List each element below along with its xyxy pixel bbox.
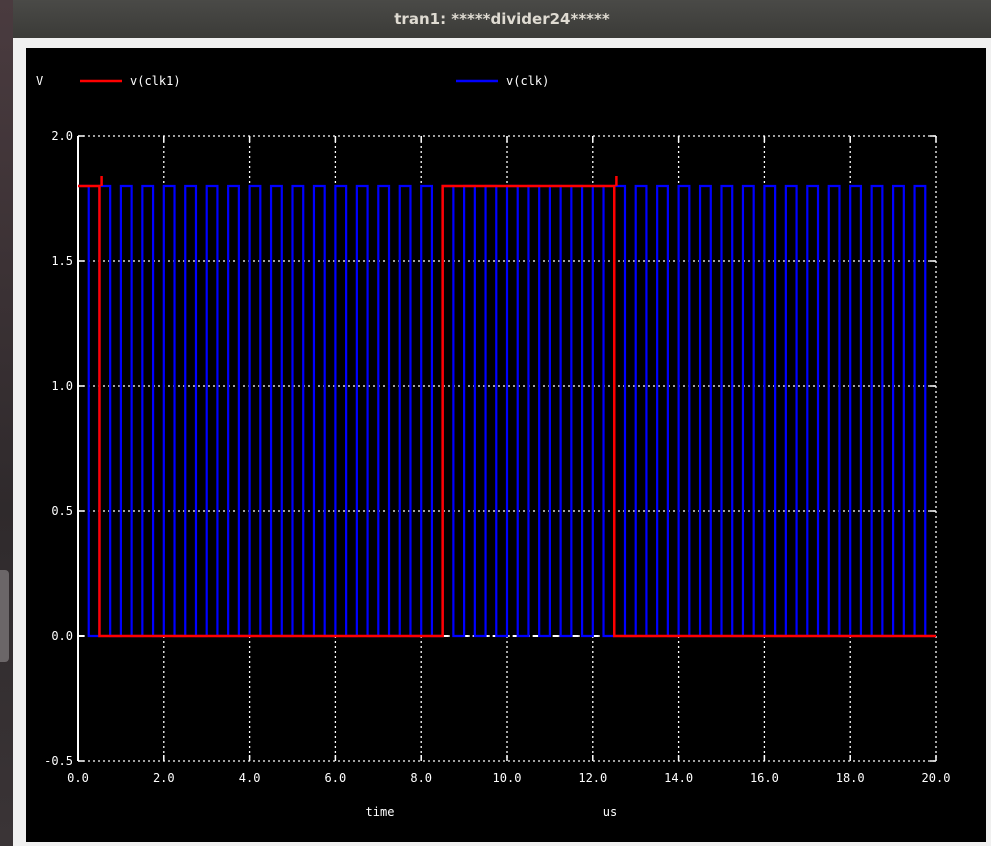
x-tick-label: 18.0 (836, 771, 865, 785)
x-tick-label: 0.0 (67, 771, 89, 785)
y-tick-label: 0.0 (51, 629, 73, 643)
y-tick-label: -0.5 (44, 754, 73, 768)
y-tick-label: 0.5 (51, 504, 73, 518)
window-title: tran1: *****divider24***** (394, 10, 610, 28)
side-panel-handle[interactable] (0, 570, 9, 662)
x-tick-label: 14.0 (664, 771, 693, 785)
x-axis-label: time (366, 805, 395, 819)
x-tick-label: 8.0 (410, 771, 432, 785)
y-tick-label: 1.5 (51, 254, 73, 268)
x-axis-unit: us (603, 805, 617, 819)
series-clk-line (78, 184, 936, 638)
window-title-bar[interactable]: tran1: *****divider24***** (13, 0, 991, 38)
x-tick-label: 6.0 (325, 771, 347, 785)
y-tick-label: 1.0 (51, 379, 73, 393)
waveform-chart: 0.0 2.0 4.0 6.0 8.0 10.0 12.0 14.0 16.0 18.0 20.0 -… (36, 74, 951, 819)
x-tick-label: 4.0 (239, 771, 261, 785)
plot-area: 0.0 2.0 4.0 6.0 8.0 10.0 12.0 14.0 16.0 18.0 20.0 -… (26, 48, 986, 842)
y-axis-label: V (36, 74, 43, 88)
desktop-side-panel (0, 0, 13, 846)
y-tick-label: 2.0 (51, 129, 73, 143)
x-tick-label: 2.0 (153, 771, 175, 785)
x-tick-label: 10.0 (493, 771, 522, 785)
x-tick-label: 16.0 (750, 771, 779, 785)
legend-label-clk1: v(clk1) (130, 74, 181, 88)
x-tick-label: 12.0 (578, 771, 607, 785)
legend-label-clk: v(clk) (506, 74, 549, 88)
x-tick-label: 20.0 (922, 771, 951, 785)
